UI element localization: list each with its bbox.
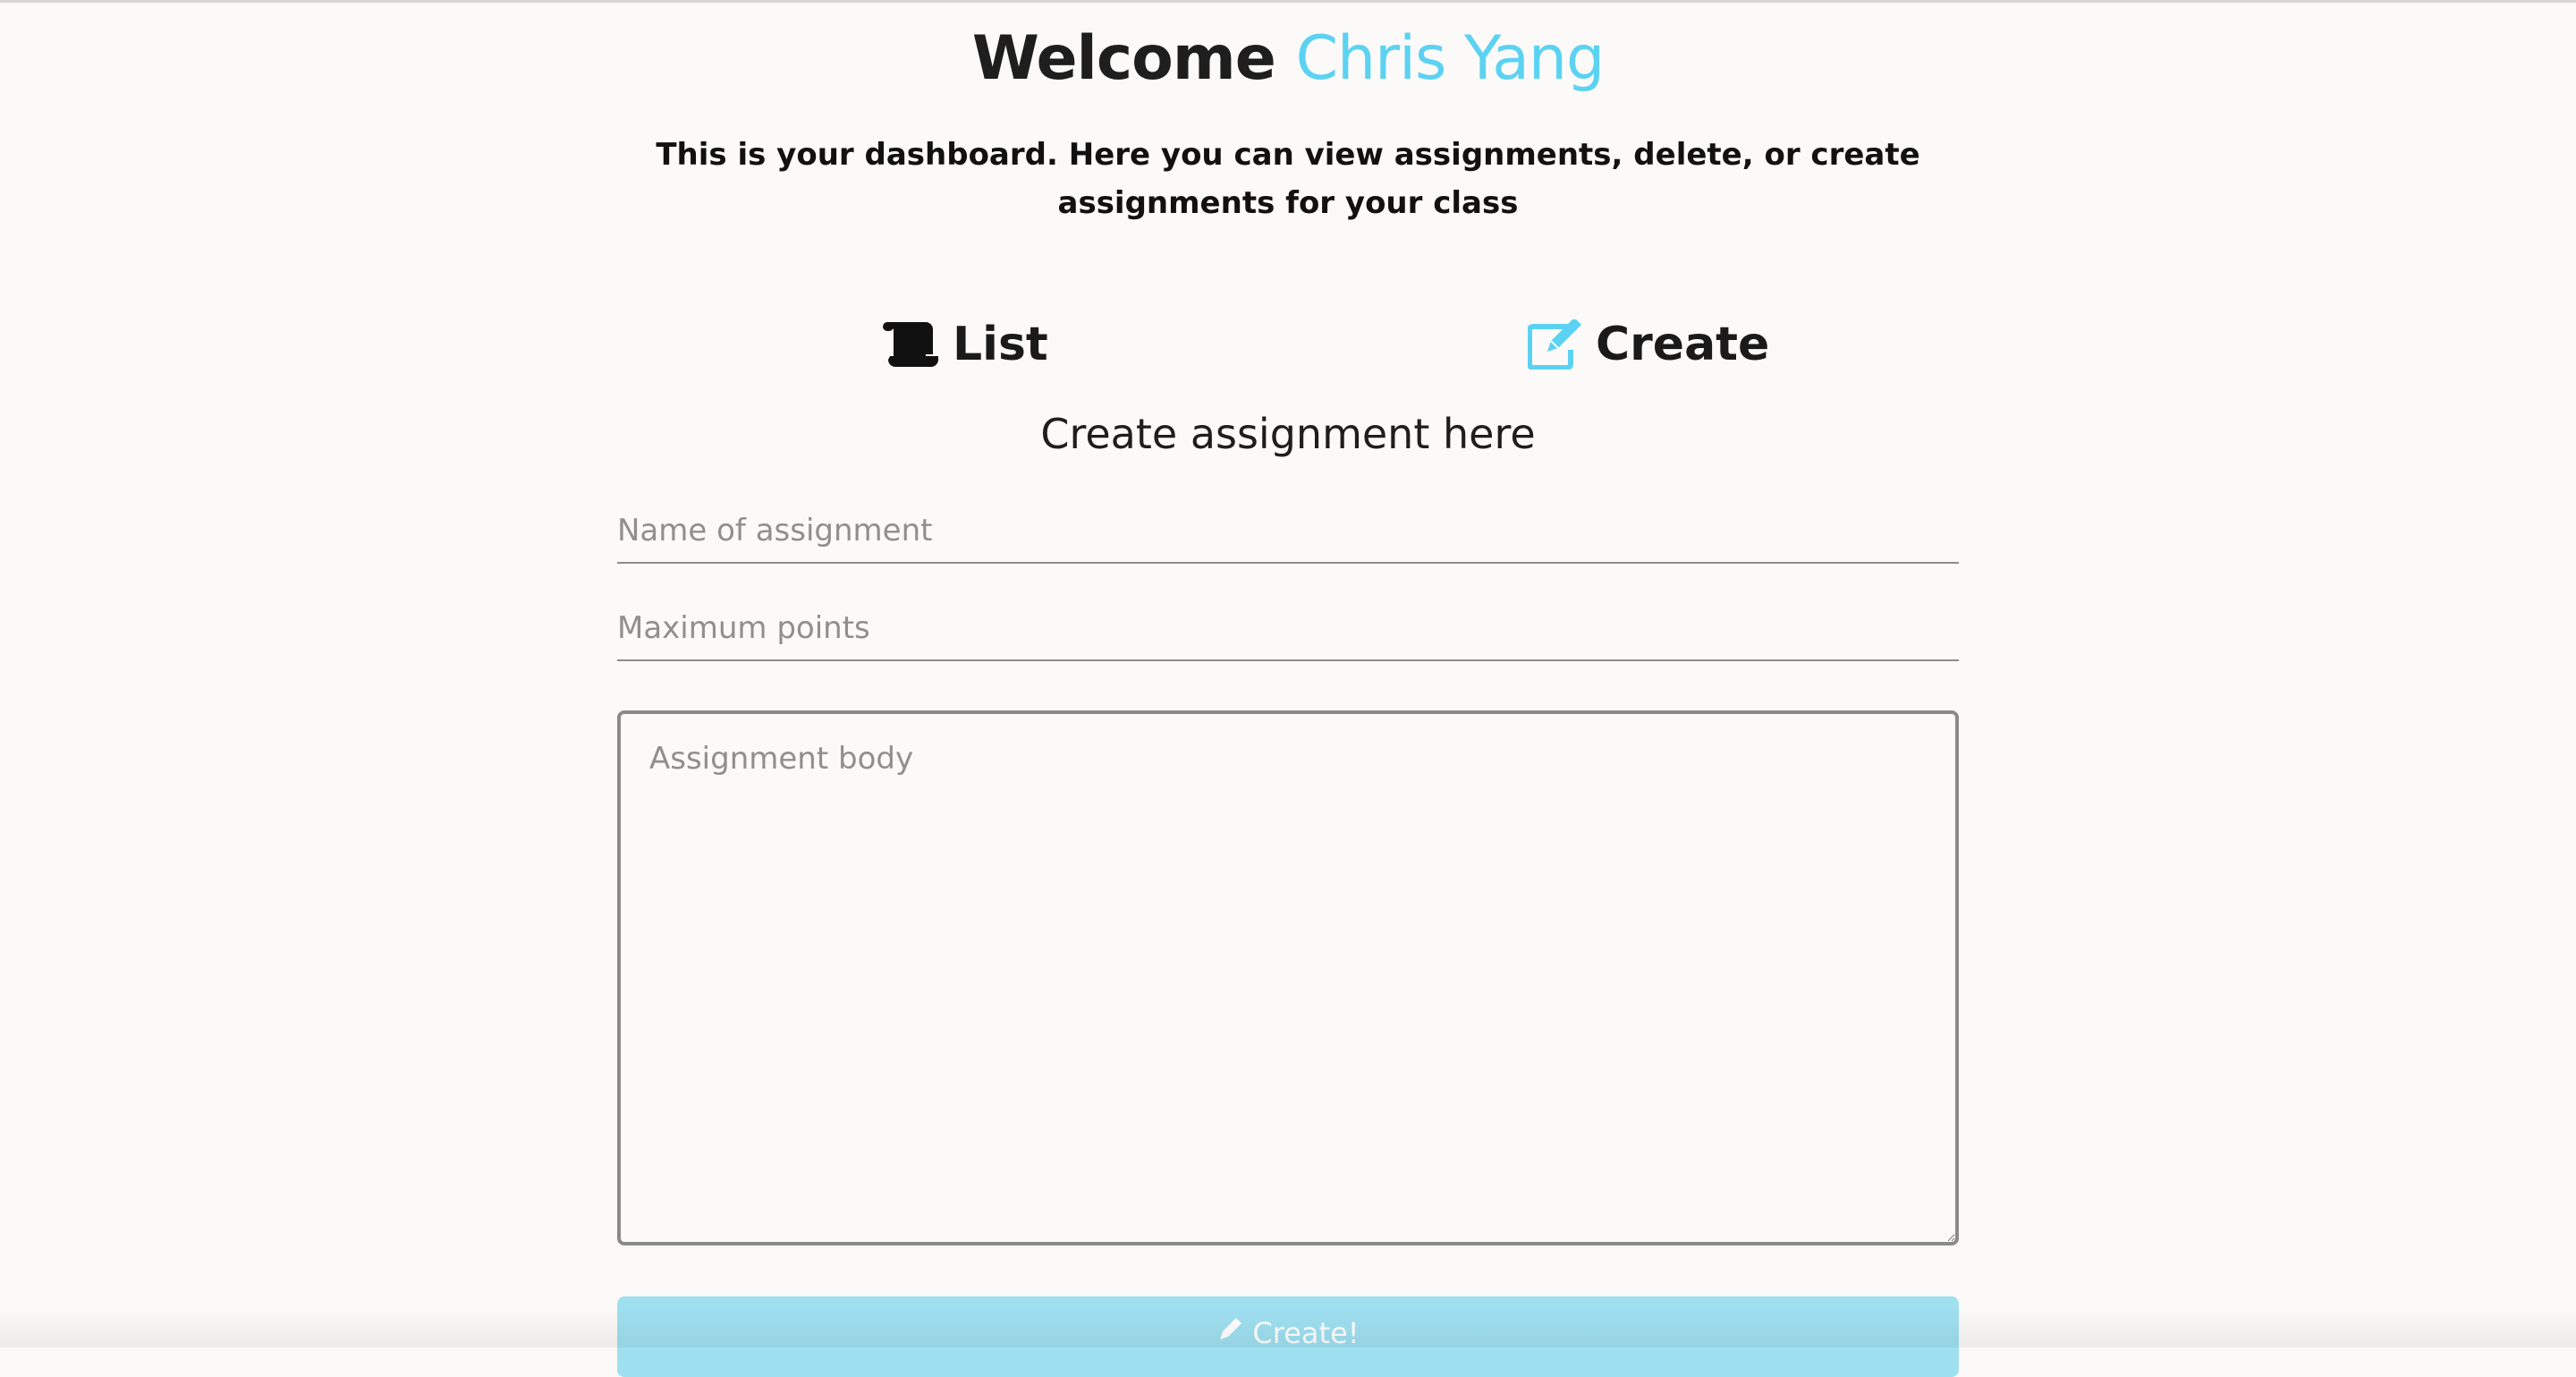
edit-icon: [1528, 319, 1583, 370]
tab-create-label: Create: [1596, 318, 1770, 371]
assignment-name-input[interactable]: [617, 499, 1959, 564]
create-button[interactable]: Create!: [617, 1296, 1959, 1377]
tab-list-label: List: [953, 318, 1048, 371]
create-button-label: Create!: [1252, 1316, 1360, 1350]
pencil-icon: [1216, 1316, 1243, 1350]
assignment-body-textarea[interactable]: [617, 710, 1959, 1245]
top-divider: [0, 0, 2576, 3]
dashboard-intro: This is your dashboard. Here you can vie…: [656, 137, 1920, 221]
tab-create[interactable]: Create: [1528, 309, 1769, 380]
form-title: Create assignment here: [1040, 410, 1536, 458]
welcome-prefix: Welcome: [971, 23, 1276, 94]
user-name: Chris Yang: [1295, 23, 1606, 94]
maximum-points-input[interactable]: [617, 597, 1959, 661]
welcome-heading: Welcome Chris Yang: [0, 23, 2576, 94]
tab-list[interactable]: List: [881, 309, 1048, 380]
scroll-icon: [881, 320, 940, 369]
dashboard-page: Welcome Chris Yang This is your dashboar…: [0, 0, 2576, 1377]
